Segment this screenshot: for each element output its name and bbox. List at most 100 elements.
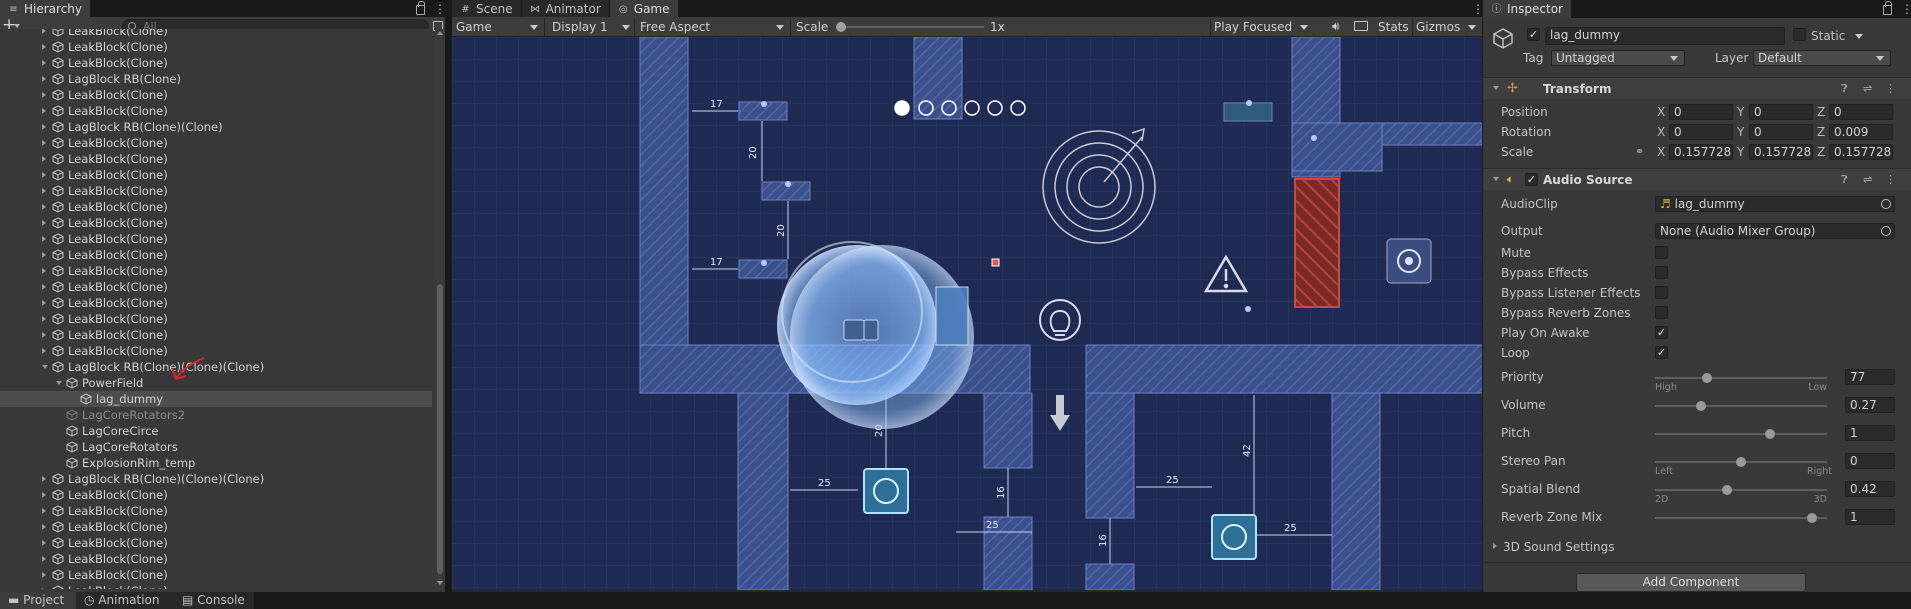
hierarchy-row[interactable]: LeakBlock(Clone) xyxy=(0,231,432,247)
hierarchy-row[interactable]: LagBlock RB(Clone) xyxy=(0,71,432,87)
transform-rotation-y-field[interactable]: 0 xyxy=(1749,124,1813,140)
slider-value-field[interactable]: 0.27 xyxy=(1845,397,1895,413)
hierarchy-row[interactable]: LeakBlock(Clone) xyxy=(0,487,432,503)
transform-rotation-z-field[interactable]: 0.009 xyxy=(1829,124,1893,140)
foldout-closed-icon[interactable] xyxy=(42,476,46,482)
hierarchy-scroll-thumb[interactable] xyxy=(437,284,443,574)
foldout-closed-icon[interactable] xyxy=(42,588,46,589)
hierarchy-row[interactable]: LeakBlock(Clone) xyxy=(0,343,432,359)
hierarchy-row[interactable]: LeakBlock(Clone) xyxy=(0,247,432,263)
slider-value-field[interactable]: 77 xyxy=(1845,369,1895,385)
component-menu-icon[interactable]: ⋮ xyxy=(1885,173,1896,186)
hierarchy-row[interactable]: LeakBlock(Clone) xyxy=(0,29,432,39)
add-dropdown-icon[interactable] xyxy=(14,24,20,28)
scale-slider-thumb[interactable] xyxy=(836,22,846,32)
slider-thumb[interactable] xyxy=(1701,373,1712,383)
foldout-closed-icon[interactable] xyxy=(42,156,46,162)
object-picker-icon[interactable] xyxy=(1881,199,1891,209)
foldout-closed-icon[interactable] xyxy=(42,60,46,66)
hierarchy-row[interactable]: LeakBlock(Clone) xyxy=(0,167,432,183)
component-menu-icon[interactable]: ⋮ xyxy=(1885,82,1896,95)
help-icon[interactable]: ❓︎ xyxy=(1841,173,1848,187)
active-checkbox[interactable]: ✓ xyxy=(1527,28,1540,41)
lock-icon[interactable] xyxy=(416,1,425,15)
hierarchy-row[interactable]: LeakBlock(Clone) xyxy=(0,327,432,343)
layer-dropdown[interactable]: Default xyxy=(1753,50,1891,66)
tab-animation[interactable]: ◷ Animation xyxy=(76,592,176,609)
tag-dropdown[interactable]: Untagged xyxy=(1551,50,1685,66)
hierarchy-row[interactable]: LeakBlock(Clone) xyxy=(0,151,432,167)
mute-audio-icon[interactable]: 🔊︎ xyxy=(1332,19,1340,34)
object-name-field[interactable]: lag_dummy xyxy=(1545,27,1785,45)
foldout-closed-icon[interactable] xyxy=(42,316,46,322)
hierarchy-row[interactable]: lag_dummy xyxy=(0,391,432,407)
transform-position-x-field[interactable]: 0 xyxy=(1669,104,1733,120)
slider-track[interactable] xyxy=(1655,405,1827,407)
help-icon[interactable]: ❓︎ xyxy=(1841,82,1848,96)
hierarchy-row[interactable]: LeakBlock(Clone) xyxy=(0,519,432,535)
hierarchy-row[interactable]: LeakBlock(Clone) xyxy=(0,135,432,151)
add-component-button[interactable]: Add Component xyxy=(1576,573,1806,592)
slider-thumb[interactable] xyxy=(1806,513,1817,523)
hierarchy-row[interactable]: LeakBlock(Clone) xyxy=(0,263,432,279)
game-scene[interactable]: 17 20 20 17 20 25 16 25 25 42 16 25 xyxy=(452,37,1482,590)
output-field[interactable]: None (Audio Mixer Group) xyxy=(1655,223,1895,239)
foldout-closed-icon[interactable] xyxy=(42,204,46,210)
foldout-arrow-icon[interactable] xyxy=(1493,86,1499,90)
hierarchy-row[interactable]: LagCoreRotators xyxy=(0,439,432,455)
foldout-open-icon[interactable] xyxy=(42,365,48,369)
slider-value-field[interactable]: 0 xyxy=(1845,453,1895,469)
hierarchy-row[interactable]: LeakBlock(Clone) xyxy=(0,295,432,311)
hierarchy-row[interactable]: LeakBlock(Clone) xyxy=(0,55,432,71)
keyboard-icon[interactable] xyxy=(1354,21,1368,31)
hierarchy-row[interactable]: LeakBlock(Clone) xyxy=(0,103,432,119)
foldout-closed-icon[interactable] xyxy=(42,92,46,98)
hierarchy-row[interactable]: LagBlock RB(Clone)(Clone)(Clone) xyxy=(0,359,432,375)
static-dropdown-icon[interactable] xyxy=(1855,34,1863,39)
foldout-closed-icon[interactable] xyxy=(42,572,46,578)
static-checkbox[interactable] xyxy=(1793,28,1806,41)
foldout-closed-icon[interactable] xyxy=(42,29,46,34)
tab-scene[interactable]: # Scene xyxy=(452,0,522,18)
hierarchy-row[interactable]: LeakBlock(Clone) xyxy=(0,183,432,199)
scroll-down-icon[interactable] xyxy=(437,581,443,585)
hierarchy-row[interactable]: LeakBlock(Clone) xyxy=(0,39,432,55)
foldout-closed-icon[interactable] xyxy=(42,124,46,130)
slider-thumb[interactable] xyxy=(1765,429,1776,439)
panel-menu-icon[interactable]: ⋮ xyxy=(1472,2,1484,16)
transform-position-y-field[interactable]: 0 xyxy=(1749,104,1813,120)
foldout-closed-icon[interactable] xyxy=(42,284,46,290)
foldout-closed-icon[interactable] xyxy=(42,332,46,338)
foldout-closed-icon[interactable] xyxy=(42,220,46,226)
gizmos-dropdown[interactable]: Gizmos xyxy=(1416,19,1478,35)
foldout-closed-icon[interactable] xyxy=(42,140,46,146)
display-mode-dropdown[interactable]: Game xyxy=(456,19,540,35)
slider-track[interactable] xyxy=(1655,517,1827,519)
foldout-closed-icon[interactable] xyxy=(42,492,46,498)
slider-thumb[interactable] xyxy=(1722,485,1733,495)
transform-header[interactable]: ✢ Transform ❓︎ ⇌ ⋮ xyxy=(1483,77,1911,99)
slider-track[interactable] xyxy=(1655,377,1827,379)
foldout-closed-icon[interactable] xyxy=(42,172,46,178)
hierarchy-row[interactable]: LeakBlock(Clone) xyxy=(0,311,432,327)
hierarchy-row[interactable]: LeakBlock(Clone) xyxy=(0,215,432,231)
hierarchy-row[interactable]: LeakBlock(Clone) xyxy=(0,503,432,519)
foldout-closed-icon[interactable] xyxy=(42,44,46,50)
transform-rotation-x-field[interactable]: 0 xyxy=(1669,124,1733,140)
slider-value-field[interactable]: 1 xyxy=(1845,425,1895,441)
hierarchy-row[interactable]: LeakBlock(Clone) xyxy=(0,199,432,215)
hierarchy-row[interactable]: LeakBlock(Clone) xyxy=(0,551,432,567)
tab-animator[interactable]: ⋈ Animator xyxy=(521,0,610,18)
toggle-checkbox[interactable] xyxy=(1655,306,1668,319)
toggle-checkbox[interactable] xyxy=(1655,246,1668,259)
foldout-closed-icon[interactable] xyxy=(42,524,46,530)
slider-value-field[interactable]: 0.42 xyxy=(1845,481,1895,497)
audio-source-header[interactable]: 🔈︎ ✓ Audio Source ❓︎ ⇌ ⋮ xyxy=(1483,168,1911,190)
display-dropdown[interactable]: Display 1 xyxy=(552,19,632,35)
stats-button[interactable]: Stats xyxy=(1378,19,1409,35)
foldout-closed-icon[interactable] xyxy=(42,76,46,82)
tab-inspector[interactable]: ⓘ Inspector xyxy=(1483,0,1572,18)
constrain-proportions-icon[interactable]: ⚭ xyxy=(1635,145,1644,158)
foldout-closed-icon[interactable] xyxy=(42,556,46,562)
hierarchy-tree[interactable]: LeakBlock(Clone) LeakBlock(Clone) LeakBloc… xyxy=(0,29,432,589)
